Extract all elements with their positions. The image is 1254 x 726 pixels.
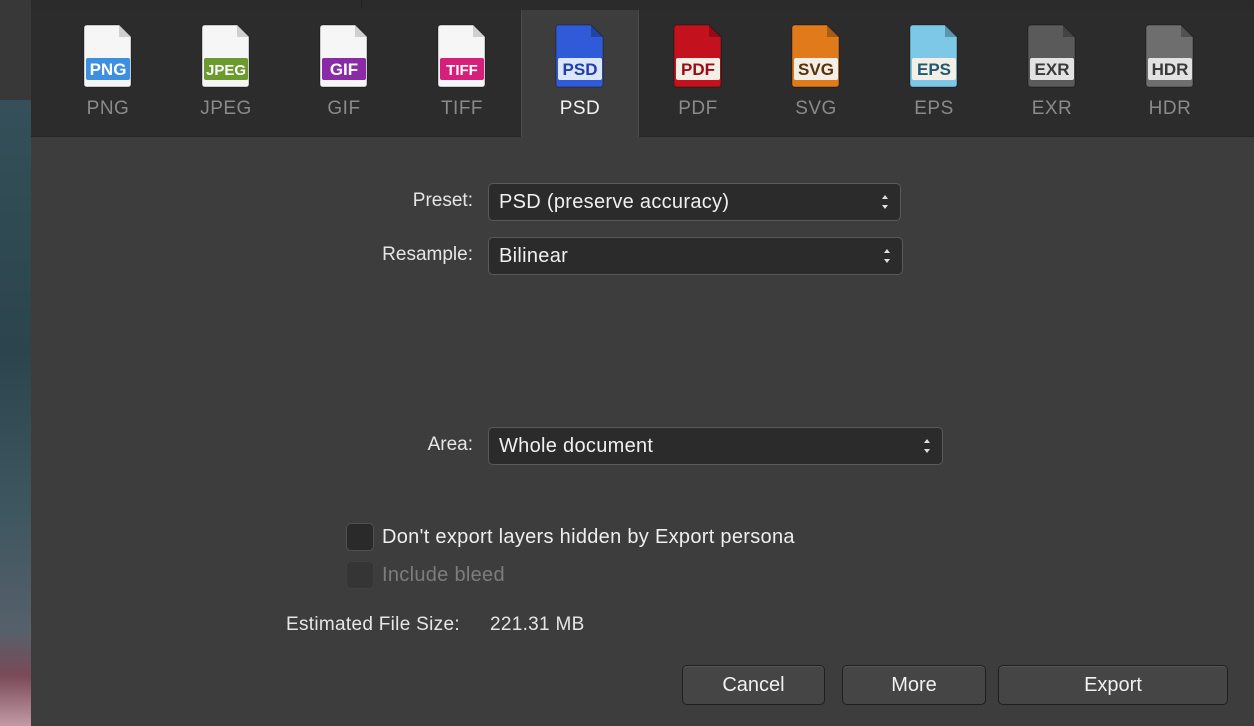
preset-value: PSD (preserve accuracy) xyxy=(499,191,730,213)
format-label-pdf: PDF xyxy=(678,98,718,119)
format-label-psd: PSD xyxy=(559,98,601,119)
format-label-svg: SVG xyxy=(795,98,837,119)
include-bleed-option: Include bleed xyxy=(346,561,505,589)
eps-file-icon: EPS xyxy=(909,24,959,88)
format-label-exr: EXR xyxy=(1031,98,1073,119)
hdr-file-icon: HDR xyxy=(1145,24,1195,88)
resample-value: Bilinear xyxy=(499,245,569,267)
select-arrows-icon xyxy=(924,439,930,453)
svg-text:GIF: GIF xyxy=(330,60,358,79)
format-tab-gif[interactable]: GIF GIF xyxy=(286,10,402,136)
format-tab-pdf[interactable]: PDF PDF xyxy=(640,10,756,136)
format-label-png: PNG xyxy=(86,98,130,119)
format-tab-eps[interactable]: EPS EPS xyxy=(876,10,992,136)
format-tab-jpeg[interactable]: JPEG JPEG xyxy=(168,10,284,136)
svg-text:PDF: PDF xyxy=(681,60,715,79)
area-select[interactable]: Whole document xyxy=(488,427,943,465)
format-tab-psd[interactable]: PSD PSD xyxy=(521,10,639,137)
include-bleed-label: Include bleed xyxy=(382,563,505,586)
preset-select[interactable]: PSD (preserve accuracy) xyxy=(488,183,901,221)
gif-file-icon: GIF xyxy=(319,24,369,88)
area-label: Area: xyxy=(427,434,473,455)
export-button[interactable]: Export xyxy=(998,665,1228,705)
svg-text:EXR: EXR xyxy=(1035,60,1070,79)
png-file-icon: PNG xyxy=(83,24,133,88)
background-toolbar xyxy=(0,0,31,100)
hidden-layers-checkbox[interactable] xyxy=(346,523,374,551)
format-label-gif: GIF xyxy=(327,98,361,119)
svg-text:HDR: HDR xyxy=(1152,60,1189,79)
estimated-file-size-label: Estimated File Size: xyxy=(286,614,460,635)
background-tab-bar xyxy=(31,0,1254,10)
svg-text:EPS: EPS xyxy=(917,60,951,79)
resample-label: Resample: xyxy=(382,244,473,265)
svg-text:JPEG: JPEG xyxy=(206,62,246,79)
format-selector-bar: PNG PNG JPEG JPEG GIF GIF TIFF TIFF PSD PSD PDF PDF… xyxy=(31,10,1254,137)
exr-file-icon: EXR xyxy=(1027,24,1077,88)
format-tab-hdr[interactable]: HDR HDR xyxy=(1112,10,1228,136)
format-label-hdr: HDR xyxy=(1148,98,1192,119)
svg-text:PSD: PSD xyxy=(563,60,598,79)
format-label-eps: EPS xyxy=(914,98,954,119)
hidden-layers-option[interactable]: Don't export layers hidden by Export per… xyxy=(346,523,795,551)
format-tab-png[interactable]: PNG PNG xyxy=(50,10,166,136)
background-tab-divider xyxy=(361,0,362,8)
select-arrows-icon xyxy=(884,249,890,263)
jpeg-file-icon: JPEG xyxy=(201,24,251,88)
tiff-file-icon: TIFF xyxy=(437,24,487,88)
format-tab-tiff[interactable]: TIFF TIFF xyxy=(404,10,520,136)
background-canvas-image xyxy=(0,100,31,726)
pdf-file-icon: PDF xyxy=(673,24,723,88)
select-arrows-icon xyxy=(882,195,888,209)
format-label-tiff: TIFF xyxy=(440,98,484,119)
include-bleed-checkbox xyxy=(346,561,374,589)
preset-label: Preset: xyxy=(412,190,473,211)
svg-file-icon: SVG xyxy=(791,24,841,88)
svg-text:TIFF: TIFF xyxy=(446,62,478,79)
cancel-button[interactable]: Cancel xyxy=(682,665,825,705)
format-tab-exr[interactable]: EXR EXR xyxy=(994,10,1110,136)
svg-text:SVG: SVG xyxy=(798,60,834,79)
export-dialog: PNG PNG JPEG JPEG GIF GIF TIFF TIFF PSD PSD PDF PDF… xyxy=(31,10,1254,726)
hidden-layers-label: Don't export layers hidden by Export per… xyxy=(382,525,795,548)
area-value: Whole document xyxy=(499,435,654,457)
format-tab-svg[interactable]: SVG SVG xyxy=(758,10,874,136)
estimated-file-size-value: 221.31 MB xyxy=(490,614,585,635)
more-button[interactable]: More xyxy=(842,665,986,705)
svg-text:PNG: PNG xyxy=(90,60,127,79)
format-label-jpeg: JPEG xyxy=(200,98,252,119)
psd-file-icon: PSD xyxy=(555,24,605,88)
resample-select[interactable]: Bilinear xyxy=(488,237,903,275)
